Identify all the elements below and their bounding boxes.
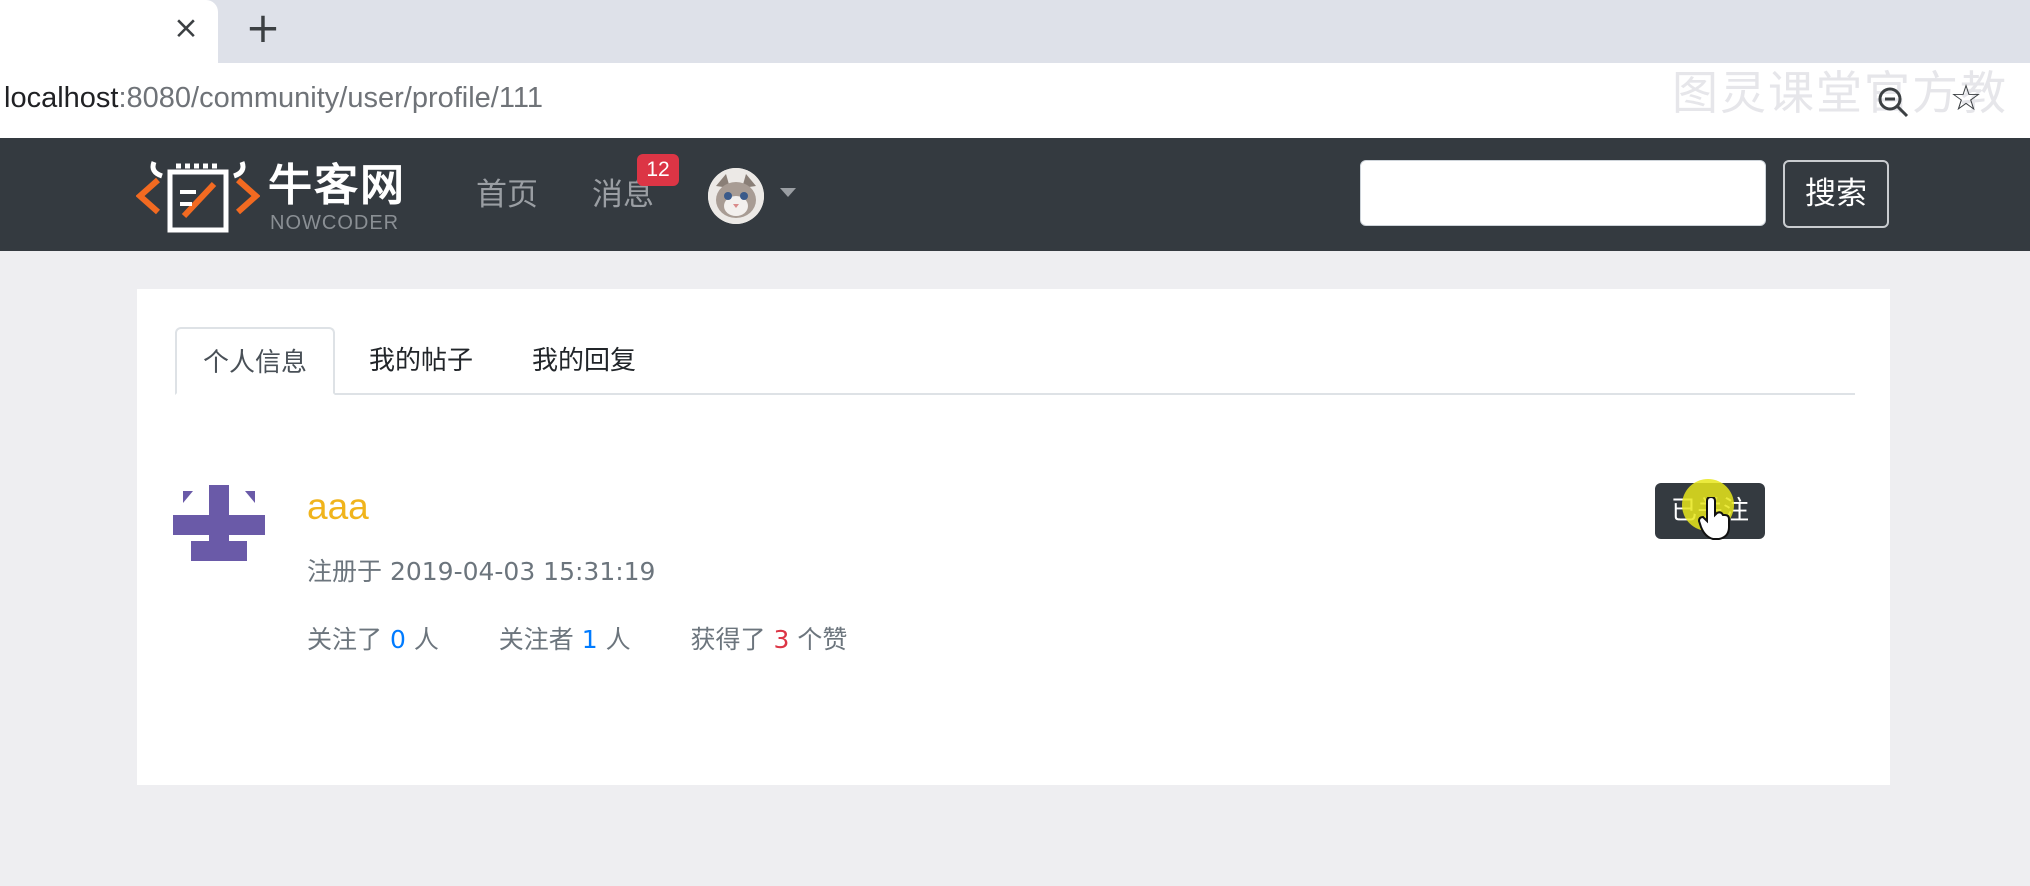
nav-link-home[interactable]: 首页 [476, 174, 538, 216]
message-count-badge: 12 [637, 154, 679, 186]
search-input[interactable] [1360, 160, 1766, 226]
url-text[interactable]: localhost:8080/community/user/profile/11… [4, 77, 543, 119]
logo-subtext: NOWCODER [270, 212, 400, 234]
profile-username: aaa [307, 486, 369, 527]
dropdown-caret-icon[interactable] [780, 188, 796, 197]
tab-personal-info[interactable]: 个人信息 [175, 327, 335, 395]
user-avatar-menu[interactable] [708, 168, 764, 224]
bookmark-star-icon[interactable]: ☆ [1946, 79, 1986, 119]
followers-prefix: 关注者 [498, 625, 574, 654]
close-tab-icon[interactable]: × [168, 6, 204, 50]
search-button[interactable]: 搜索 [1783, 160, 1889, 228]
logo-mark-icon [136, 161, 260, 233]
likes-prefix: 获得了 [690, 625, 766, 654]
tab-my-posts[interactable]: 我的帖子 [369, 327, 473, 395]
zoom-icon[interactable] [1876, 85, 1910, 119]
following-prefix: 关注了 [307, 625, 383, 654]
site-navbar: 牛客网 NOWCODER 首页 消息 12 搜索 [0, 138, 2030, 251]
likes-suffix: 个赞 [797, 625, 848, 654]
following-count[interactable]: 0 [390, 625, 406, 654]
cat-avatar-icon [708, 168, 764, 224]
site-logo[interactable]: 牛客网 NOWCODER [136, 154, 406, 236]
tab-my-replies[interactable]: 我的回复 [532, 327, 636, 395]
followers-suffix: 人 [605, 625, 631, 654]
logo-text: 牛客网 [268, 160, 406, 211]
registration-date: 注册于 2019-04-03 15:31:19 [307, 557, 656, 586]
browser-tab[interactable]: × [0, 0, 218, 63]
url-path: :8080/community/user/profile/111 [118, 82, 543, 114]
hand-cursor-icon [1697, 497, 1730, 540]
followers-count[interactable]: 1 [582, 625, 598, 654]
user-profile-avatar [173, 485, 265, 561]
new-tab-icon[interactable]: + [240, 2, 286, 54]
profile-card: 个人信息 我的帖子 我的回复 aaa 注册于 2019-04-03 15:31:… [137, 289, 1890, 785]
url-host: localhost [4, 82, 119, 114]
browser-tabstrip: × + [0, 0, 2030, 63]
likes-count: 3 [773, 625, 790, 654]
following-suffix: 人 [413, 625, 439, 654]
profile-stats: 关注了 0 人 关注者 1 人 获得了 3 个赞 [307, 623, 847, 657]
address-bar[interactable]: localhost:8080/community/user/profile/11… [0, 63, 2030, 138]
